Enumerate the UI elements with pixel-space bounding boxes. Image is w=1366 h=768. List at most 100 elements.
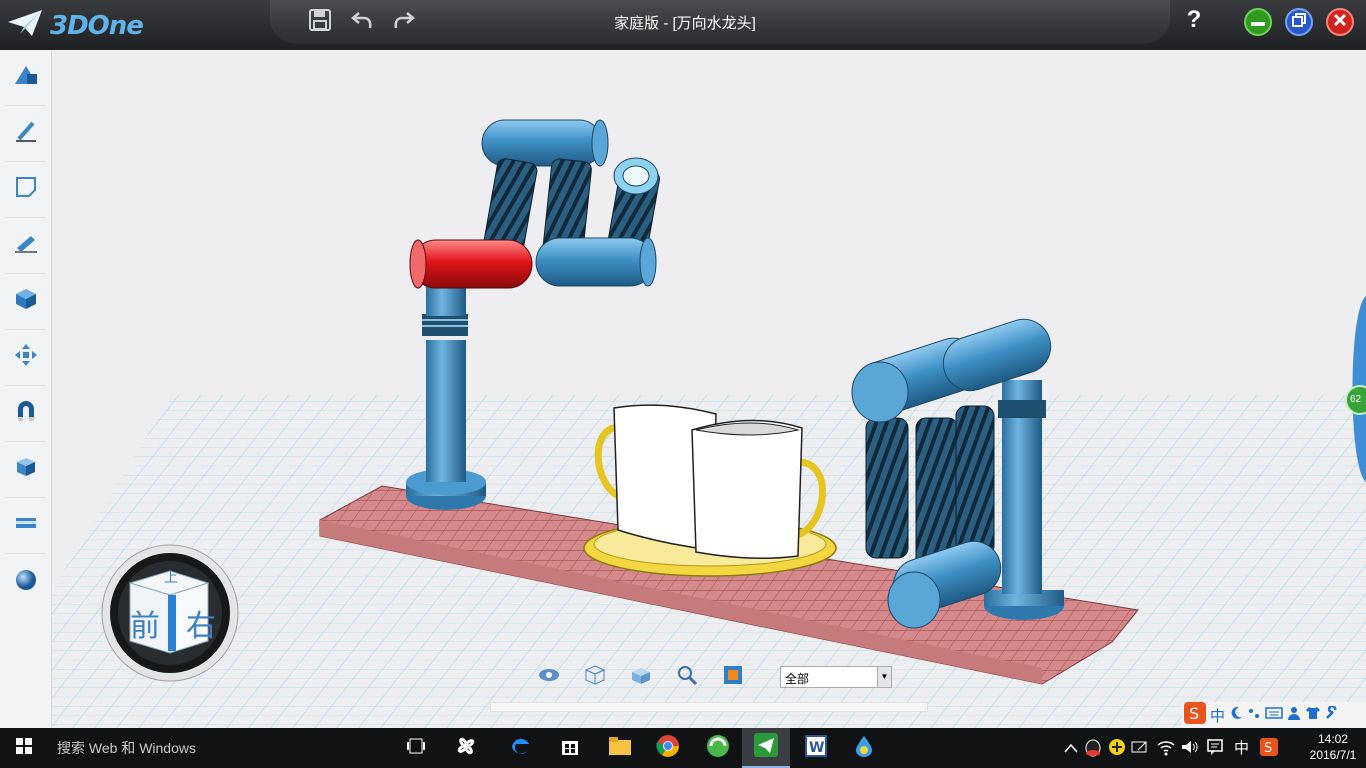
minimize-button[interactable] [1244, 8, 1272, 36]
measure-button[interactable] [6, 498, 45, 554]
svg-text:W: W [809, 740, 824, 756]
close-button[interactable] [1326, 8, 1354, 36]
task-view-button[interactable] [392, 728, 440, 768]
volume-icon[interactable] [1180, 738, 1200, 761]
taskbar-clock[interactable]: 14:02 2016/7/1 [1300, 731, 1366, 763]
sketch-edit-button[interactable] [6, 162, 45, 218]
redo-button[interactable] [390, 8, 418, 36]
wrench-icon[interactable] [1325, 704, 1339, 725]
plus-badge-icon[interactable] [1108, 738, 1126, 761]
svg-text:S: S [1264, 741, 1272, 756]
restore-button[interactable] [1285, 8, 1313, 36]
scene-canvas[interactable] [52, 50, 1366, 728]
magnet-icon [14, 399, 38, 428]
selected-red-tube[interactable] [409, 239, 533, 289]
task-view-icon [406, 738, 426, 759]
cup-assembly [583, 404, 837, 577]
taskbar-app-explorer[interactable] [596, 728, 644, 768]
filter-dropdown[interactable]: 全部 ▼ [780, 666, 892, 688]
select-filter-icon[interactable] [722, 664, 744, 691]
ruler-icon [14, 513, 38, 538]
cube-icon [14, 287, 38, 316]
zoom-icon[interactable] [676, 664, 698, 691]
horizontal-scrollbar[interactable] [490, 702, 928, 712]
taskbar-app-3done[interactable] [742, 728, 790, 768]
shaded-cube-icon[interactable] [630, 664, 652, 691]
edge-icon [509, 735, 531, 762]
save-icon [308, 8, 332, 37]
redo-icon [392, 8, 416, 37]
explorer-icon [608, 736, 632, 761]
assembly-icon [14, 455, 38, 484]
move-icon [14, 343, 38, 372]
chevron-down-icon[interactable]: ▼ [877, 667, 891, 687]
right-panel-tab[interactable]: 62 [1342, 296, 1366, 482]
tray-language[interactable]: 中 [1234, 737, 1249, 758]
ime-toolbar[interactable]: S 中 [1182, 701, 1366, 729]
user-icon[interactable] [1287, 706, 1301, 725]
start-button[interactable] [0, 728, 48, 768]
move-button[interactable] [6, 330, 45, 386]
mid-tube [535, 237, 655, 287]
taskbar-search[interactable]: 搜索 Web 和 Windows [0, 728, 345, 768]
title-bar: 3DOne 家庭版 - [万向水龙头] ? [0, 0, 1366, 50]
special-feature-button[interactable] [6, 274, 45, 330]
taskbar-app-360[interactable] [694, 728, 742, 768]
feature-button[interactable] [6, 218, 45, 274]
paper-plane-icon [6, 8, 44, 43]
store-icon [559, 735, 581, 762]
shirt-icon[interactable] [1305, 706, 1321, 725]
onedrive-icon[interactable] [1130, 738, 1150, 761]
view-cube-front[interactable]: 前 [130, 601, 160, 645]
sogou-icon[interactable]: S [1184, 701, 1206, 729]
view-cube-ring [101, 544, 239, 682]
taskbar-app-store[interactable] [546, 728, 594, 768]
word-icon: W [805, 734, 827, 762]
window-title: 家庭版 - [万向水龙头] [614, 15, 756, 32]
save-button[interactable] [306, 8, 334, 36]
sketch-button[interactable] [6, 106, 45, 162]
view-cube[interactable]: 上 前 右 [100, 543, 240, 683]
left-toolbar [0, 50, 52, 728]
filter-value: 全部 [785, 672, 810, 686]
help-button[interactable]: ? [1182, 6, 1206, 34]
keyboard-icon[interactable] [1265, 706, 1283, 725]
wireframe-cube-icon[interactable] [584, 664, 606, 691]
search-placeholder[interactable]: 搜索 Web 和 Windows [57, 738, 196, 758]
view-cube-right[interactable]: 右 [186, 601, 216, 645]
restore-icon [1292, 12, 1306, 32]
basic-shape-button[interactable] [6, 50, 45, 106]
basic-shape-icon [13, 64, 39, 91]
assembly-button[interactable] [6, 442, 45, 498]
browser-360-icon [706, 734, 730, 763]
render-button[interactable] [6, 554, 45, 610]
moon-icon[interactable] [1229, 706, 1243, 725]
3done-icon [754, 732, 778, 762]
combine-button[interactable] [6, 386, 45, 442]
chevron-up-icon[interactable] [1064, 740, 1078, 758]
taskbar-app-fan[interactable] [442, 728, 490, 768]
windows-logo-icon [16, 737, 32, 759]
3d-viewport[interactable]: 上 前 右 全部 ▼ 62 S 中 [52, 50, 1366, 728]
ime-language[interactable]: 中 [1210, 705, 1225, 726]
punct-icon[interactable] [1247, 706, 1261, 725]
eye-icon[interactable] [538, 668, 560, 687]
taskbar-app-edge[interactable] [496, 728, 544, 768]
notification-icon[interactable] [1206, 738, 1224, 761]
app-logo[interactable]: 3DOne [6, 8, 144, 43]
sogou-tray-icon[interactable]: S [1260, 738, 1278, 761]
view-cube-top[interactable]: 上 [164, 567, 178, 587]
minimize-icon [1251, 13, 1265, 31]
clock-date: 2016/7/1 [1309, 748, 1357, 762]
undo-button[interactable] [348, 8, 376, 36]
top-tube [481, 119, 603, 167]
qq-icon[interactable] [1084, 738, 1102, 763]
taskbar-app-chrome[interactable] [644, 728, 692, 768]
svg-text:S: S [1189, 704, 1199, 723]
taskbar-app-word[interactable]: W [792, 728, 840, 768]
feature-icon [13, 232, 39, 259]
sketch-icon [13, 119, 39, 148]
taskbar-app-drop[interactable] [840, 728, 888, 768]
chrome-icon [656, 734, 680, 763]
wifi-icon[interactable] [1156, 738, 1176, 761]
